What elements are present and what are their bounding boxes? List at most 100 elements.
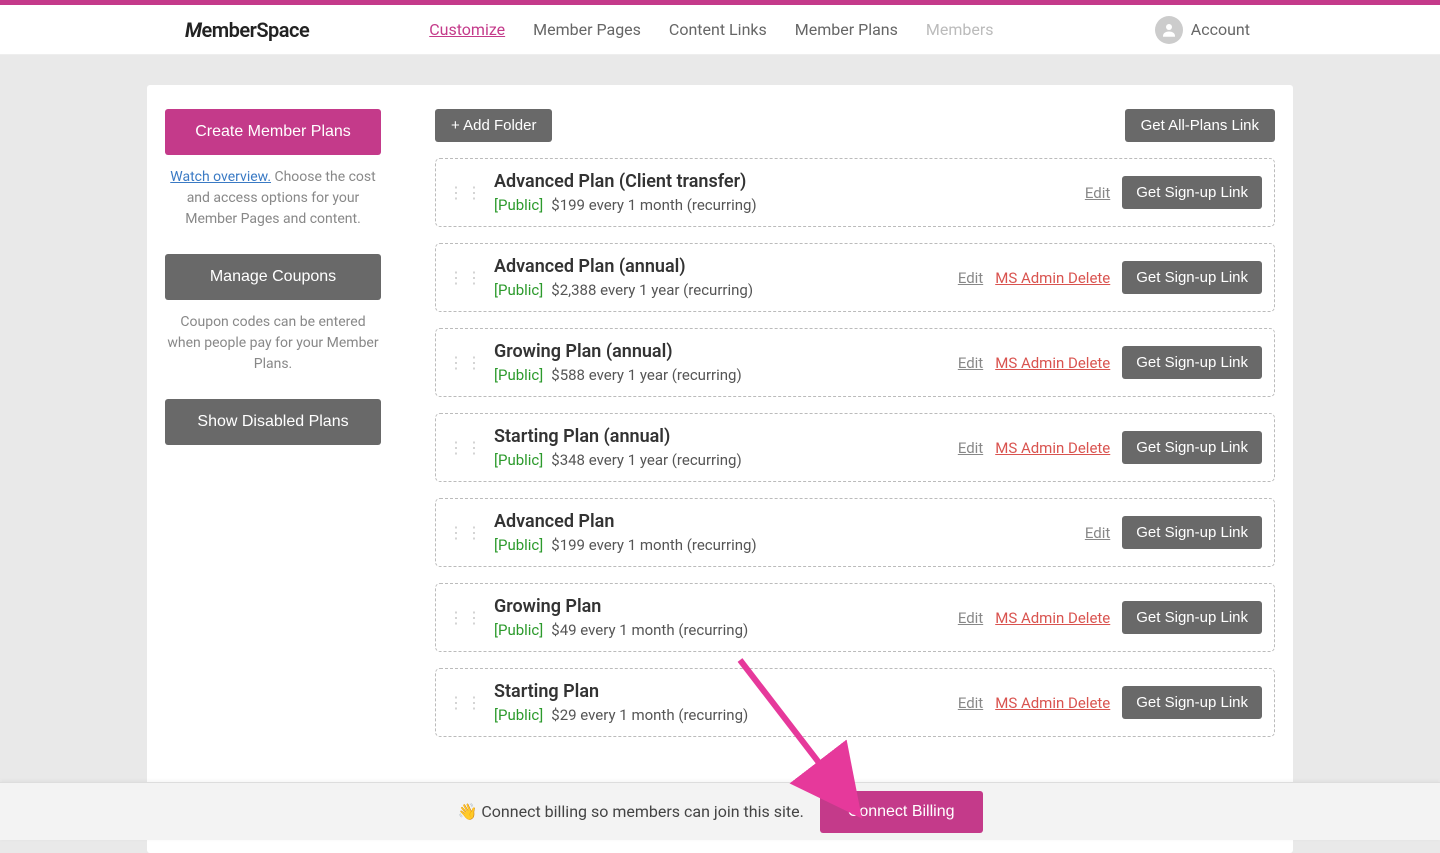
account-label: Account (1191, 20, 1250, 39)
plan-meta: [Public] $588 every 1 year (recurring) (494, 366, 948, 384)
plan-meta: [Public] $29 every 1 month (recurring) (494, 706, 948, 724)
get-signup-link-button[interactable]: Get Sign-up Link (1122, 346, 1262, 379)
ms-admin-delete-link[interactable]: MS Admin Delete (995, 269, 1110, 287)
plan-actions: Edit MS Admin Delete Get Sign-up Link (958, 686, 1262, 719)
plan-card: ⋮⋮ Advanced Plan (Client transfer) [Public… (435, 158, 1275, 227)
page-card: Create Member Plans Watch overview. Choo… (147, 85, 1293, 853)
plan-meta: [Public] $49 every 1 month (recurring) (494, 621, 948, 639)
plan-info: Growing Plan [Public] $49 every 1 month (r… (494, 596, 948, 639)
get-signup-link-button[interactable]: Get Sign-up Link (1122, 261, 1262, 294)
manage-coupons-button[interactable]: Manage Coupons (165, 254, 381, 300)
get-signup-link-button[interactable]: Get Sign-up Link (1122, 601, 1262, 634)
ms-admin-delete-link[interactable]: MS Admin Delete (995, 354, 1110, 372)
get-signup-link-button[interactable]: Get Sign-up Link (1122, 176, 1262, 209)
show-disabled-plans-button[interactable]: Show Disabled Plans (165, 399, 381, 445)
plan-visibility: [Public] (494, 536, 543, 554)
footer-message: Connect billing so members can join this… (481, 802, 803, 821)
nav-item-customize[interactable]: Customize (429, 20, 505, 39)
plan-price: $199 every 1 month (recurring) (551, 196, 756, 214)
plan-visibility: [Public] (494, 621, 543, 639)
plan-price: $29 every 1 month (recurring) (551, 706, 748, 724)
edit-link[interactable]: Edit (1085, 184, 1110, 202)
drag-handle-icon[interactable]: ⋮⋮ (448, 273, 484, 283)
brand-text: emberSpace (201, 18, 309, 42)
plan-info: Starting Plan [Public] $29 every 1 month (… (494, 681, 948, 724)
plan-title: Starting Plan (annual) (494, 426, 948, 447)
create-member-plans-button[interactable]: Create Member Plans (165, 109, 381, 155)
plan-meta: [Public] $199 every 1 month (recurring) (494, 536, 1075, 554)
account-menu[interactable]: Account (1155, 16, 1250, 44)
plans-list: ⋮⋮ Advanced Plan (Client transfer) [Public… (435, 158, 1275, 737)
get-signup-link-button[interactable]: Get Sign-up Link (1122, 516, 1262, 549)
edit-link[interactable]: Edit (958, 269, 983, 287)
plan-price: $588 every 1 year (recurring) (551, 366, 741, 384)
add-folder-button[interactable]: + Add Folder (435, 109, 552, 142)
plan-card: ⋮⋮ Growing Plan (annual) [Public] $588 ever… (435, 328, 1275, 397)
plan-visibility: [Public] (494, 366, 543, 384)
plan-title: Advanced Plan (annual) (494, 256, 948, 277)
plan-title: Advanced Plan (494, 511, 1075, 532)
plan-info: Advanced Plan [Public] $199 every 1 month … (494, 511, 1075, 554)
drag-handle-icon[interactable]: ⋮⋮ (448, 358, 484, 368)
logo: MemberSpace (185, 18, 309, 42)
plan-info: Advanced Plan (annual)[Public]$2,388 eve… (494, 256, 948, 299)
drag-handle-icon[interactable]: ⋮⋮ (448, 613, 484, 623)
plan-title: Growing Plan (annual) (494, 341, 948, 362)
nav-item-members: Members (926, 20, 994, 39)
ms-admin-delete-link[interactable]: MS Admin Delete (995, 439, 1110, 457)
edit-link[interactable]: Edit (958, 439, 983, 457)
sidebar: Create Member Plans Watch overview. Choo… (165, 109, 381, 753)
plan-card: ⋮⋮ Starting Plan (annual) [Public]$348 eve… (435, 413, 1275, 482)
main-nav: Customize Member Pages Content Links Member… (429, 20, 993, 39)
ms-admin-delete-link[interactable]: MS Admin Delete (995, 694, 1110, 712)
plan-price: $2,388 every 1 year (recurring) (551, 281, 753, 299)
main-toolbar: + Add Folder Get All-Plans Link (435, 109, 1275, 142)
plan-meta: [Public]$348 every 1 year (recurring) (494, 451, 948, 469)
watch-overview-link[interactable]: Watch overview. (170, 169, 271, 185)
plan-price: $49 every 1 month (recurring) (551, 621, 748, 639)
get-all-plans-link-button[interactable]: Get All-Plans Link (1125, 109, 1275, 142)
drag-handle-icon[interactable]: ⋮⋮ (448, 528, 484, 538)
plan-info: Starting Plan (annual) [Public]$348 every… (494, 426, 948, 469)
plan-info: Advanced Plan (Client transfer) [Public] $… (494, 171, 1075, 214)
plan-visibility: [Public] (494, 706, 543, 724)
plan-actions: Edit MS Admin Delete Get Sign-up Link (958, 431, 1262, 464)
plan-title: Growing Plan (494, 596, 948, 617)
plan-meta: [Public] $199 every 1 month (recurring) (494, 196, 1075, 214)
plan-card: ⋮⋮ Advanced Plan (annual)[Public]$2,388 e… (435, 243, 1275, 312)
create-plans-description: Watch overview. Choose the cost and acce… (165, 167, 381, 230)
plan-card: ⋮⋮ Starting Plan [Public] $29 every 1 month… (435, 668, 1275, 737)
footer-text: 👋 Connect billing so members can join th… (457, 802, 803, 821)
drag-handle-icon[interactable]: ⋮⋮ (448, 698, 484, 708)
nav-item-member-plans[interactable]: Member Plans (795, 20, 898, 39)
plan-title: Advanced Plan (Client transfer) (494, 171, 1075, 192)
plan-actions: Edit Get Sign-up Link (1085, 176, 1262, 209)
plan-actions: Edit MS Admin Delete Get Sign-up Link (958, 346, 1262, 379)
plan-visibility: [Public] (494, 451, 543, 469)
get-signup-link-button[interactable]: Get Sign-up Link (1122, 686, 1262, 719)
nav-item-content-links[interactable]: Content Links (669, 20, 767, 39)
get-signup-link-button[interactable]: Get Sign-up Link (1122, 431, 1262, 464)
plan-visibility: [Public] (494, 196, 543, 214)
plan-card: ⋮⋮ Growing Plan [Public] $49 every 1 month … (435, 583, 1275, 652)
connect-billing-button[interactable]: Connect Billing (820, 791, 983, 833)
nav-item-member-pages[interactable]: Member Pages (533, 20, 641, 39)
ms-admin-delete-link[interactable]: MS Admin Delete (995, 609, 1110, 627)
edit-link[interactable]: Edit (1085, 524, 1110, 542)
drag-handle-icon[interactable]: ⋮⋮ (448, 443, 484, 453)
header: MemberSpace // defer logo fix after main… (0, 5, 1440, 55)
manage-coupons-description: Coupon codes can be entered when people … (165, 312, 381, 375)
plan-card: ⋮⋮ Advanced Plan [Public] $199 every 1 mont… (435, 498, 1275, 567)
drag-handle-icon[interactable]: ⋮⋮ (448, 188, 484, 198)
edit-link[interactable]: Edit (958, 694, 983, 712)
plan-price: $199 every 1 month (recurring) (551, 536, 756, 554)
plan-actions: Edit MS Admin Delete Get Sign-up Link (958, 261, 1262, 294)
edit-link[interactable]: Edit (958, 609, 983, 627)
wave-emoji-icon: 👋 (457, 802, 477, 821)
plan-title: Starting Plan (494, 681, 948, 702)
edit-link[interactable]: Edit (958, 354, 983, 372)
plan-info: Growing Plan (annual) [Public] $588 every … (494, 341, 948, 384)
footer-bar: 👋 Connect billing so members can join th… (0, 782, 1440, 840)
plan-actions: Edit Get Sign-up Link (1085, 516, 1262, 549)
main-content: + Add Folder Get All-Plans Link ⋮⋮ Advanc… (435, 109, 1275, 753)
